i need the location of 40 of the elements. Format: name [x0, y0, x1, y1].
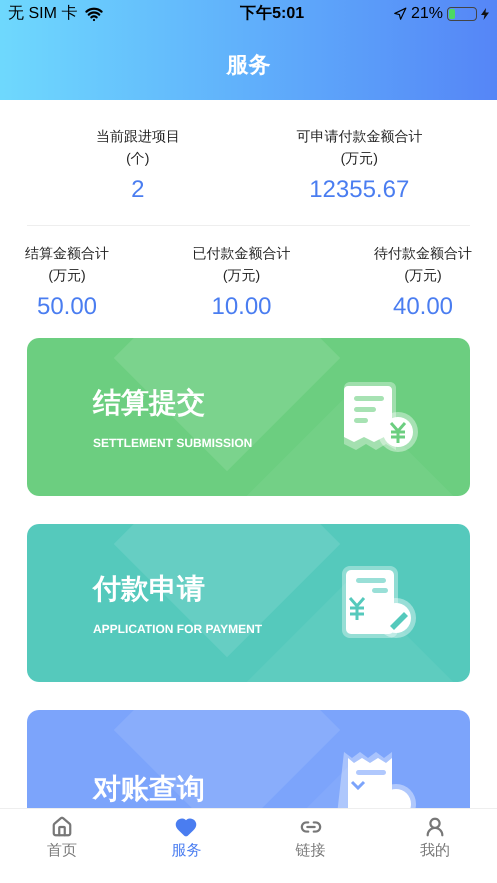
stat-value: 12355.67: [309, 175, 410, 205]
stat-label: 结算金额合计: [25, 244, 109, 263]
battery-text: 21%: [410, 4, 443, 24]
page-title: 服务: [226, 50, 270, 78]
service-card[interactable]: 结算提交 SETTLEMENT SUBMISSION: [27, 338, 470, 496]
stat-value: 40.00: [392, 292, 454, 322]
receipt-yen-icon: [344, 382, 418, 452]
tab-item[interactable]: 首页: [0, 809, 124, 869]
service-card[interactable]: 付款申请 APPLICATION FOR PAYMENT: [27, 524, 470, 682]
home-icon[interactable]: [51, 816, 74, 838]
tab-item[interactable]: 我的: [372, 809, 497, 869]
bill-pen-icon: [342, 566, 416, 638]
charging-icon: [481, 8, 489, 20]
person-icon[interactable]: [424, 816, 446, 838]
stat-value: 10.00: [211, 292, 272, 322]
stat-unit: (万元): [340, 149, 378, 168]
card-title: 对账查询: [93, 772, 205, 806]
stat-unit: (个): [126, 149, 150, 168]
card-subtitle: APPLICATION FOR PAYMENT: [93, 621, 262, 638]
tab-item[interactable]: 链接: [248, 809, 373, 869]
stat-unit: (万元): [48, 266, 86, 285]
card-title: 结算提交: [93, 386, 206, 420]
location-icon: [392, 7, 407, 21]
stat-unit: (万元): [404, 266, 442, 285]
heart-icon[interactable]: [175, 816, 198, 838]
service-card[interactable]: 对账查询: [27, 710, 470, 808]
carrier-text: 无 SIM 卡: [8, 4, 78, 24]
wifi-icon: [85, 5, 104, 23]
stat-value: 2: [131, 175, 144, 205]
tab-item[interactable]: 服务: [124, 809, 248, 869]
clock-text: 下午5:01: [240, 4, 304, 24]
stat-label: 已付款金额合计: [192, 244, 290, 263]
stat-label: 可申请付款金额合计: [296, 127, 422, 146]
stat-label: 待付款金额合计: [374, 244, 472, 263]
stat-label: 当前跟进项目: [96, 127, 180, 146]
stat-value: 50.00: [36, 292, 98, 322]
battery-icon: [447, 7, 477, 21]
stat-unit: (万元): [222, 266, 260, 285]
card-subtitle: SETTLEMENT SUBMISSION: [93, 435, 252, 452]
card-title: 付款申请: [93, 572, 206, 606]
